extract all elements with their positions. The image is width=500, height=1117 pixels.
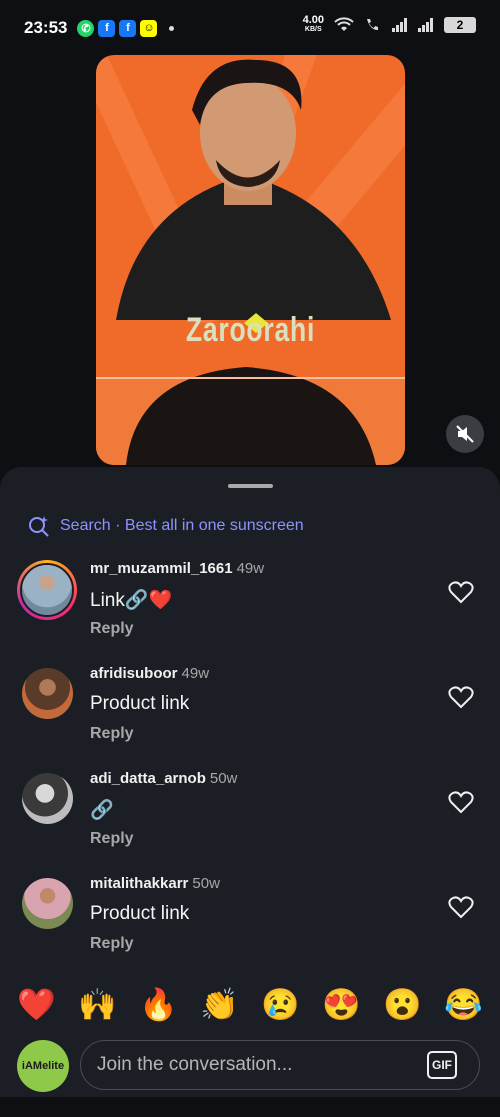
notification-icons: ✆ f f ☺: [77, 19, 175, 37]
comment-time: 49w: [181, 665, 210, 682]
facebook-icon: f: [119, 19, 137, 37]
emoji-heart[interactable]: ❤️: [17, 986, 56, 1023]
emoji-laughing[interactable]: 😂: [444, 986, 483, 1023]
emoji-crying[interactable]: 😢: [261, 986, 300, 1023]
comment-text: Product link: [90, 903, 190, 924]
video-caption: Zaroorahi: [185, 311, 316, 349]
system-indicators: 4.00 KB/S 2: [302, 14, 476, 34]
clock: 23:53: [24, 18, 68, 37]
reply-button[interactable]: Reply: [90, 620, 134, 638]
avatar[interactable]: [17, 560, 77, 620]
video-split-line: [96, 377, 405, 379]
comment-input[interactable]: [97, 1041, 417, 1089]
reply-button[interactable]: Reply: [90, 830, 134, 848]
comment-username[interactable]: afridisuboor 49w: [90, 665, 209, 682]
reply-button[interactable]: Reply: [90, 725, 134, 743]
comment-text: Product link: [90, 693, 190, 714]
comment-username[interactable]: mitalithakkarr 50w: [90, 875, 220, 892]
search-sparkle-icon: [29, 516, 49, 537]
like-heart-icon[interactable]: [448, 790, 474, 814]
search-prefix: Search: [60, 517, 111, 534]
like-heart-icon[interactable]: [448, 580, 474, 604]
comment-item: adi_datta_arnob 50w 🔗 Reply: [0, 770, 500, 866]
comment-time: 49w: [236, 560, 265, 577]
avatar[interactable]: [22, 668, 73, 719]
signal-icon: [392, 18, 408, 32]
my-avatar[interactable]: iAMelite: [17, 1040, 69, 1092]
like-heart-icon[interactable]: [448, 895, 474, 919]
emoji-fire[interactable]: 🔥: [139, 986, 178, 1023]
battery-indicator: 2: [444, 17, 476, 33]
comment-text: 🔗: [90, 800, 114, 821]
avatar[interactable]: [22, 773, 73, 824]
mute-button[interactable]: [446, 415, 484, 453]
comment-username[interactable]: adi_datta_arnob 50w: [90, 770, 237, 787]
emoji-heart-eyes[interactable]: 😍: [322, 986, 361, 1023]
network-speed: 4.00 KB/S: [302, 14, 324, 34]
status-bar: 23:53 ✆ f f ☺ 4.00 KB/S 2: [0, 0, 500, 56]
facebook-icon: f: [98, 19, 116, 37]
reel-video[interactable]: Zaroorahi: [96, 55, 405, 465]
comment-item: mitalithakkarr 50w Product link Reply: [0, 875, 500, 971]
comment-input-wrapper: GIF: [80, 1040, 480, 1090]
comment-item: afridisuboor 49w Product link Reply: [0, 665, 500, 761]
whatsapp-icon: ✆: [77, 19, 95, 37]
comment-time: 50w: [192, 875, 220, 892]
comment-composer: iAMelite GIF: [0, 1038, 500, 1094]
emoji-reaction-bar: ❤️ 🙌 🔥 👏 😢 😍 😮 😂: [0, 980, 500, 1028]
emoji-surprised[interactable]: 😮: [383, 986, 422, 1023]
snapchat-icon: ☺: [140, 19, 158, 37]
more-notifications-dot: [169, 25, 175, 31]
like-heart-icon[interactable]: [448, 685, 474, 709]
volte-call-icon: [367, 19, 378, 30]
search-separator: ·: [110, 517, 125, 534]
comment-time: 50w: [209, 770, 238, 787]
comment-text: Link🔗❤️: [90, 590, 173, 611]
emoji-raised-hands[interactable]: 🙌: [78, 986, 117, 1023]
wifi-icon: [334, 17, 354, 31]
signal-icon: [418, 18, 434, 32]
gif-button[interactable]: GIF: [427, 1051, 457, 1079]
speaker-muted-icon: [456, 425, 474, 443]
comment-username[interactable]: mr_muzammil_1661 49w: [90, 560, 264, 577]
system-nav-bar: [0, 1097, 500, 1117]
avatar[interactable]: [22, 878, 73, 929]
drag-handle[interactable]: [228, 484, 273, 488]
emoji-clapping[interactable]: 👏: [200, 986, 239, 1023]
search-query: Best all in one sunscreen: [124, 517, 304, 534]
presenter-figure: [96, 59, 405, 465]
search-suggestion[interactable]: Search · Best all in one sunscreen: [28, 515, 304, 537]
reply-button[interactable]: Reply: [90, 935, 134, 953]
comment-item: mr_muzammil_1661 49w Link🔗❤️ Reply: [0, 560, 500, 656]
